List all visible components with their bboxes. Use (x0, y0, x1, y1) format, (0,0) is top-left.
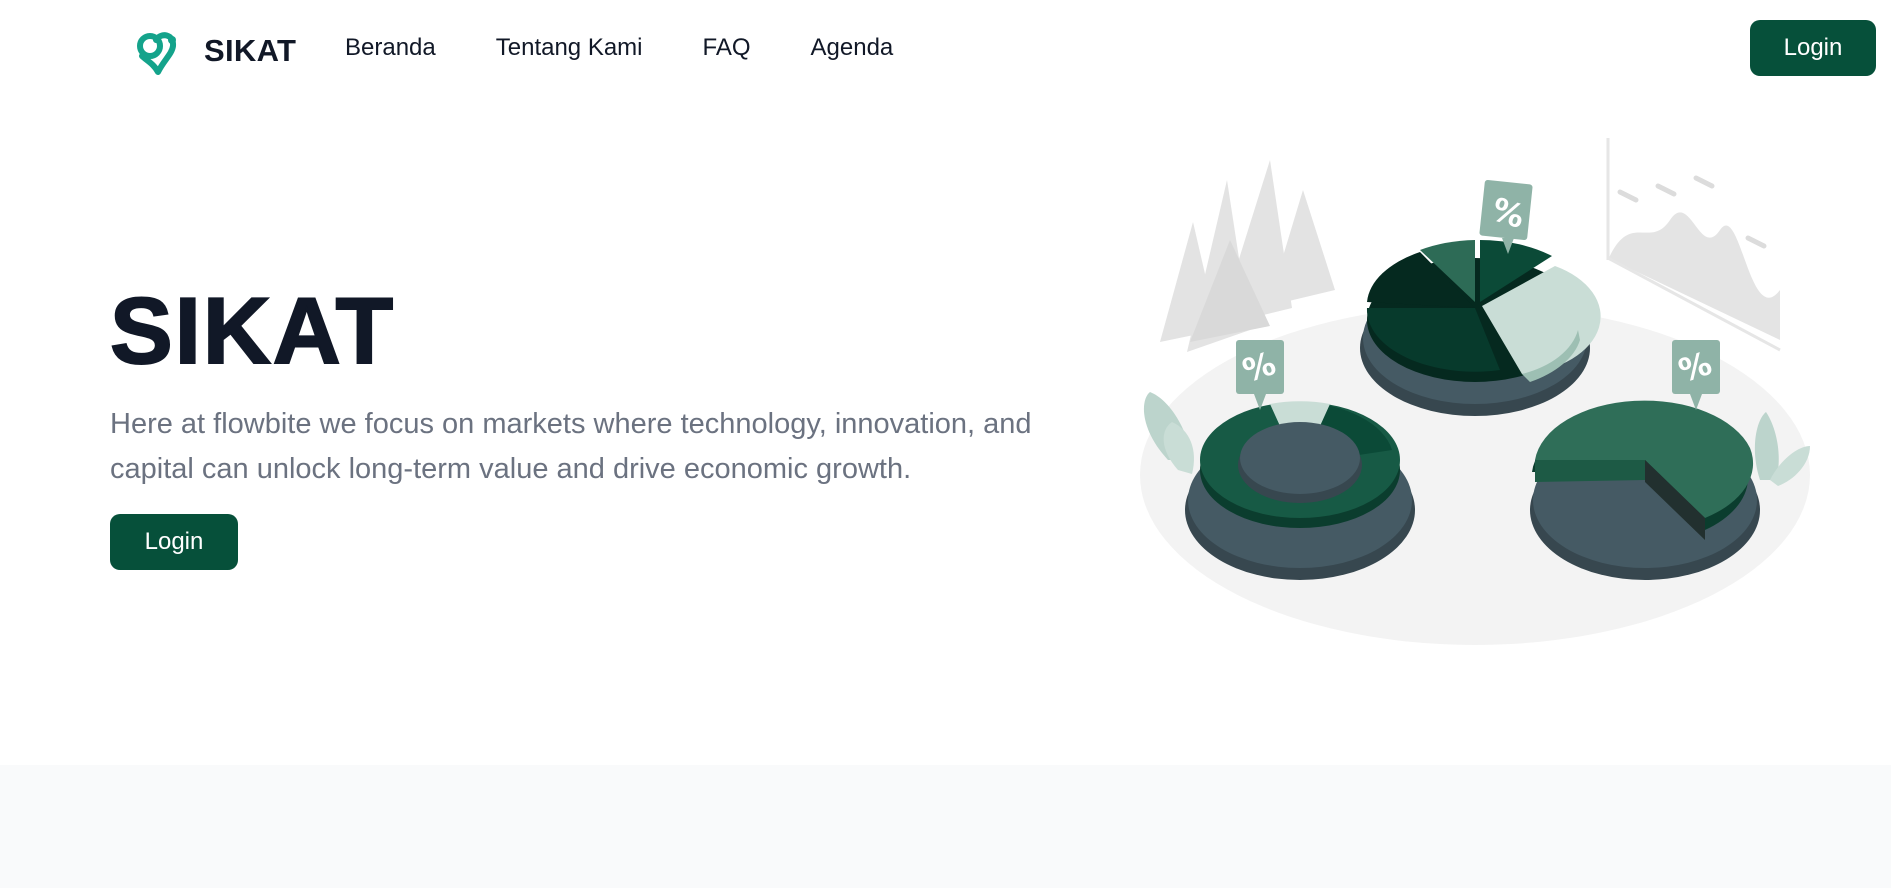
hero-description: Here at flowbite we focus on markets whe… (110, 408, 1032, 485)
nav-links: Beranda Tentang Kami FAQ Agenda (345, 34, 953, 62)
nav-link-beranda[interactable]: Beranda (345, 34, 436, 62)
brand-name: SIKAT (204, 33, 297, 68)
hero-title: SIKAT (109, 278, 396, 383)
nav-link-faq[interactable]: FAQ (703, 34, 751, 62)
nav-link-tentang-kami[interactable]: Tentang Kami (496, 34, 643, 62)
heart-location-logo-icon (137, 32, 176, 75)
pie-charts-illustration-icon: % % % (1140, 138, 1810, 645)
next-section-band (0, 765, 1891, 888)
nav-link-agenda[interactable]: Agenda (811, 34, 894, 62)
hero-login-button[interactable]: Login (110, 514, 238, 570)
navbar: SIKAT Beranda Tentang Kami FAQ Agenda Lo… (0, 0, 1891, 96)
nav-login-button[interactable]: Login (1750, 20, 1876, 76)
brand[interactable]: SIKAT (134, 26, 296, 76)
